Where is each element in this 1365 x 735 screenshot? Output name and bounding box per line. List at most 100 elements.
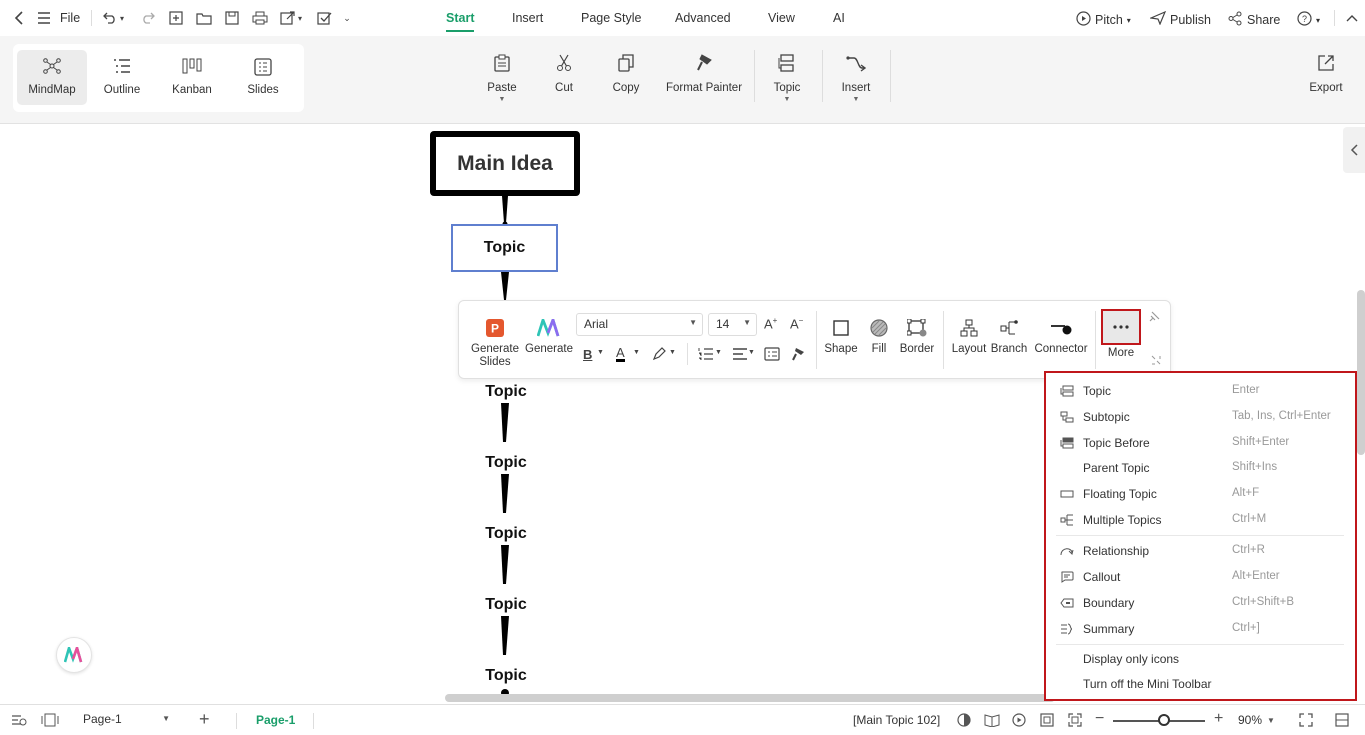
resize-corner-icon[interactable] <box>1151 353 1161 368</box>
topic-node[interactable]: Topic <box>470 525 542 543</box>
print-icon[interactable] <box>251 9 269 27</box>
tab-advanced[interactable]: Advanced <box>675 11 731 25</box>
tab-view[interactable]: View <box>768 11 795 25</box>
menu-item-subtopic[interactable]: Subtopic Tab, Ins, Ctrl+Enter <box>1046 405 1355 429</box>
zoom-out-icon[interactable]: − <box>1095 710 1104 728</box>
fullscreen-icon[interactable] <box>1299 713 1313 730</box>
chevron-down-icon[interactable]: ▼ <box>633 349 640 356</box>
chevron-down-icon[interactable]: ▼ <box>715 349 722 356</box>
border-button[interactable]: Border <box>899 317 935 356</box>
font-family-select[interactable]: Arial ▼ <box>576 313 703 336</box>
view-slides-button[interactable]: Slides <box>228 50 298 105</box>
increase-font-icon[interactable]: A+ <box>764 316 777 331</box>
export-button[interactable]: Export <box>1306 54 1346 94</box>
pitch-button[interactable]: Pitch ▾ <box>1076 11 1131 29</box>
chevron-down-icon[interactable]: ▼ <box>1267 716 1275 725</box>
publish-button[interactable]: Publish <box>1148 10 1211 28</box>
horizontal-scrollbar[interactable] <box>445 694 1055 702</box>
topic-node[interactable]: Topic <box>470 383 542 401</box>
font-size-select[interactable]: 14 ▼ <box>708 313 757 336</box>
cut-button[interactable]: Cut <box>546 54 582 94</box>
view-mindmap-button[interactable]: MindMap <box>17 50 87 105</box>
fit-page-icon[interactable] <box>1040 713 1054 730</box>
new-file-icon[interactable] <box>167 9 185 27</box>
vertical-scrollbar[interactable] <box>1357 290 1365 455</box>
numbering-icon[interactable] <box>698 347 714 364</box>
menu-item-multiple-topics[interactable]: Multiple Topics Ctrl+M <box>1046 508 1355 532</box>
back-icon[interactable] <box>10 9 28 27</box>
topic-button[interactable]: Topic ▼ <box>769 54 805 103</box>
collapse-ribbon-icon[interactable] <box>1343 9 1361 27</box>
selected-topic-node[interactable]: Topic <box>451 224 558 272</box>
tab-insert[interactable]: Insert <box>512 11 543 25</box>
clear-format-brush-icon[interactable] <box>791 347 805 364</box>
topic-node[interactable]: Topic <box>470 667 542 685</box>
export-share-icon[interactable] <box>279 9 297 27</box>
copy-button[interactable]: Copy <box>608 54 644 94</box>
share-button[interactable]: Share <box>1228 11 1280 29</box>
menu-item-floating-topic[interactable]: Floating Topic Alt+F <box>1046 482 1355 506</box>
menu-item-callout[interactable]: Callout Alt+Enter <box>1046 565 1355 589</box>
align-text-icon[interactable] <box>732 347 748 364</box>
insert-button[interactable]: Insert ▼ <box>838 54 874 103</box>
font-color-icon[interactable]: A <box>616 346 625 362</box>
menu-item-relationship[interactable]: Relationship Ctrl+R <box>1046 539 1355 563</box>
shape-button[interactable]: Shape <box>823 317 859 356</box>
add-page-icon[interactable]: + <box>199 710 210 728</box>
generate-slides-button[interactable]: P Generate Slides <box>469 317 521 369</box>
chevron-down-icon[interactable]: ▼ <box>853 96 860 103</box>
connector-button[interactable]: Connector <box>1033 317 1089 356</box>
export-dropdown-icon[interactable]: ▾ <box>296 9 304 27</box>
highlight-pen-icon[interactable] <box>652 347 666 364</box>
save-icon[interactable] <box>223 9 241 27</box>
menu-item-parent-topic[interactable]: Parent Topic Shift+Ins <box>1046 456 1355 480</box>
menu-item-topic[interactable]: Topic Enter <box>1046 379 1355 403</box>
chevron-down-icon[interactable]: ▼ <box>597 349 604 356</box>
generate-button[interactable]: Generate <box>523 317 575 356</box>
tab-page-style[interactable]: Page Style <box>581 11 641 25</box>
tab-start[interactable]: Start <box>446 11 475 32</box>
fill-button[interactable]: Fill <box>861 317 897 356</box>
main-idea-node[interactable]: Main Idea <box>430 131 580 196</box>
menu-item-turn-off-mini-toolbar[interactable]: Turn off the Mini Toolbar <box>1046 672 1355 696</box>
text-box-icon[interactable] <box>764 347 780 364</box>
chevron-down-icon[interactable]: ▼ <box>784 96 791 103</box>
chevron-down-icon[interactable]: ▼ <box>669 349 676 356</box>
undo-icon[interactable] <box>101 9 119 27</box>
topic-node[interactable]: Topic <box>470 454 542 472</box>
chevron-down-icon[interactable]: ▼ <box>748 349 755 356</box>
open-folder-icon[interactable] <box>195 9 213 27</box>
zoom-slider[interactable] <box>1113 714 1205 726</box>
help-button[interactable]: ? ▾ <box>1297 11 1320 29</box>
theme-icon[interactable] <box>957 713 971 730</box>
menu-item-display-only-icons[interactable]: Display only icons <box>1046 647 1355 671</box>
fit-screen-icon[interactable] <box>1068 713 1082 730</box>
page-settings-icon[interactable] <box>11 713 27 730</box>
more-button[interactable]: More <box>1101 309 1141 360</box>
view-outline-button[interactable]: Outline <box>87 50 157 105</box>
file-menu[interactable]: File <box>60 11 80 25</box>
book-view-icon[interactable] <box>984 713 1000 730</box>
zoom-level[interactable]: 90% <box>1238 713 1262 727</box>
page-panel-icon[interactable] <box>41 713 59 730</box>
tab-ai[interactable]: AI <box>833 11 845 25</box>
menu-item-boundary[interactable]: Boundary Ctrl+Shift+B <box>1046 591 1355 615</box>
redo-icon[interactable] <box>139 9 157 27</box>
branch-button[interactable]: Branch <box>991 317 1027 356</box>
ai-assistant-button[interactable] <box>56 637 92 673</box>
pin-icon[interactable] <box>1148 311 1160 326</box>
chevron-down-icon[interactable]: ▼ <box>499 96 506 103</box>
side-panel-toggle-button[interactable] <box>1343 127 1365 173</box>
layout-button[interactable]: Layout <box>951 317 987 356</box>
undo-dropdown-icon[interactable]: ▾ <box>118 9 126 27</box>
page-tab-active[interactable]: Page-1 <box>256 713 295 727</box>
hamburger-menu-icon[interactable] <box>35 9 53 27</box>
menu-item-topic-before[interactable]: Topic Before Shift+Enter <box>1046 431 1355 455</box>
task-check-icon[interactable] <box>316 9 334 27</box>
more-tools-chevron-icon[interactable]: ⌄ <box>341 9 353 27</box>
zoom-slider-handle[interactable] <box>1157 714 1170 726</box>
zoom-in-icon[interactable]: + <box>1214 710 1223 728</box>
format-painter-button[interactable]: Format Painter <box>664 54 744 94</box>
collapse-panel-icon[interactable] <box>1335 713 1349 730</box>
bold-icon[interactable]: B <box>583 347 592 362</box>
